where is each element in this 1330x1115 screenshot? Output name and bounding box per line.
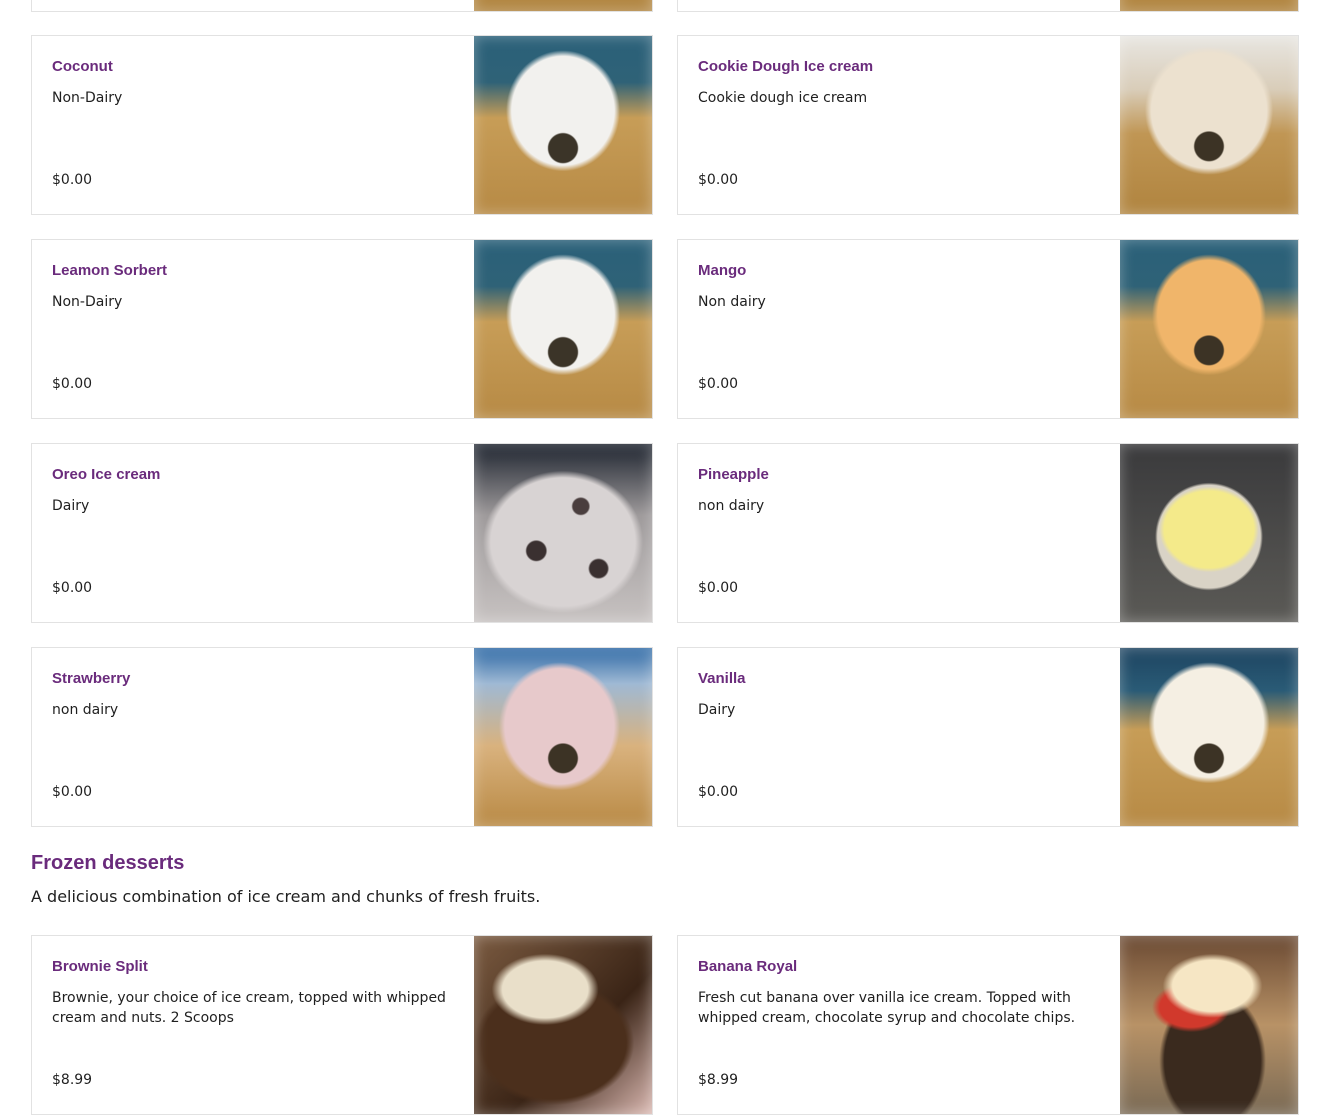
- item-description: Cookie dough ice cream: [698, 90, 868, 106]
- vanilla-scoop-image: [1120, 648, 1298, 826]
- menu-item-card[interactable]: Strawberry non dairy $0.00: [31, 647, 653, 827]
- item-price: $0.00: [52, 784, 93, 800]
- item-price: $0.00: [698, 580, 739, 596]
- white-scoop-image: [474, 36, 652, 214]
- item-name: Cookie Dough Ice cream: [698, 58, 874, 75]
- item-price: $0.00: [698, 784, 739, 800]
- item-name: Strawberry: [52, 670, 131, 687]
- item-price: $8.99: [698, 1072, 739, 1088]
- item-name: Pineapple: [698, 466, 769, 483]
- strawberry-scoop-image: [474, 648, 652, 826]
- mango-scoop-image: [1120, 240, 1298, 418]
- section-description: A delicious combination of ice cream and…: [31, 887, 541, 906]
- banana-royal-image: [1120, 936, 1298, 1114]
- brownie-split-image: [474, 936, 652, 1114]
- item-price: $0.00: [52, 580, 93, 596]
- item-name: Brownie Split: [52, 958, 148, 975]
- menu-item-card-partial[interactable]: [677, 0, 1299, 12]
- item-price: $0.00: [52, 172, 93, 188]
- item-description: non dairy: [698, 498, 765, 514]
- pineapple-scoop-image: [1120, 444, 1298, 622]
- item-description: Non-Dairy: [52, 90, 123, 106]
- item-description: Fresh cut banana over vanilla ice cream.…: [698, 990, 1076, 1026]
- item-description: Brownie, your choice of ice cream, toppe…: [52, 990, 446, 1026]
- item-name: Mango: [698, 262, 747, 279]
- item-description: Dairy: [698, 702, 736, 718]
- item-photo: [474, 0, 652, 11]
- beige-scoop-image: [1120, 36, 1298, 214]
- item-price: $0.00: [698, 376, 739, 392]
- menu-item-card-partial[interactable]: [31, 0, 653, 12]
- menu-item-card[interactable]: Vanilla Dairy $0.00: [677, 647, 1299, 827]
- item-price: $0.00: [52, 376, 93, 392]
- item-name: Oreo Ice cream: [52, 466, 161, 483]
- menu-item-card[interactable]: Banana Royal Fresh cut banana over vanil…: [677, 935, 1299, 1115]
- item-description: Dairy: [52, 498, 90, 514]
- item-price: $0.00: [698, 172, 739, 188]
- oreo-scoop-image: [474, 444, 652, 622]
- menu-item-card[interactable]: Leamon Sorbert Non-Dairy $0.00: [31, 239, 653, 419]
- menu-item-card[interactable]: Oreo Ice cream Dairy $0.00: [31, 443, 653, 623]
- item-name: Banana Royal: [698, 958, 798, 975]
- menu-item-card[interactable]: Brownie Split Brownie, your choice of ic…: [31, 935, 653, 1115]
- white-scoop-image: [474, 240, 652, 418]
- item-photo: [1120, 0, 1298, 11]
- menu-item-card[interactable]: Mango Non dairy $0.00: [677, 239, 1299, 419]
- menu-item-card[interactable]: Cookie Dough Ice cream Cookie dough ice …: [677, 35, 1299, 215]
- item-name: Vanilla: [698, 670, 746, 687]
- menu-item-card[interactable]: Pineapple non dairy $0.00: [677, 443, 1299, 623]
- item-name: Leamon Sorbert: [52, 262, 168, 279]
- item-description: non dairy: [52, 702, 119, 718]
- section-title: Frozen desserts: [31, 852, 185, 874]
- item-name: Coconut: [52, 58, 113, 75]
- item-description: Non-Dairy: [52, 294, 123, 310]
- menu-item-card[interactable]: Coconut Non-Dairy $0.00: [31, 35, 653, 215]
- item-description: Non dairy: [698, 294, 766, 310]
- item-price: $8.99: [52, 1072, 93, 1088]
